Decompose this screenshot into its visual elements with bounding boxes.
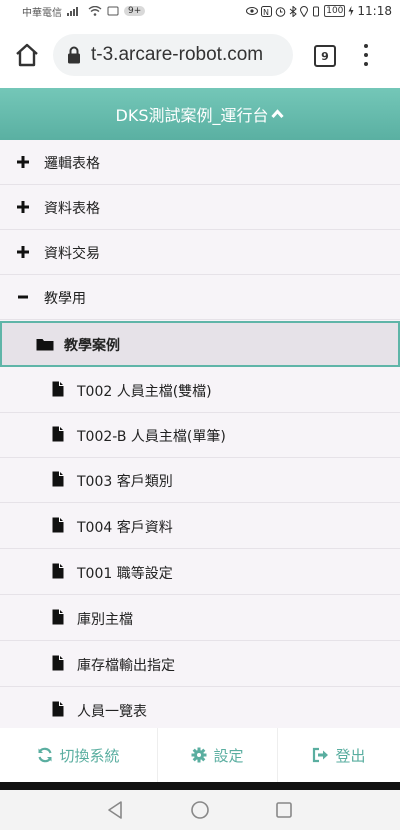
browser-toolbar: t-3.arcare-robot.com 9 <box>0 22 400 88</box>
gear-icon <box>191 747 207 763</box>
battery-level: 100 <box>324 5 346 17</box>
file-icon <box>52 471 64 487</box>
tree-item-inventory-output[interactable]: 庫存檔輸出指定 <box>0 642 400 687</box>
browser-menu-icon[interactable] <box>362 44 370 66</box>
carrier-label: 中華電信 <box>22 7 62 19</box>
plus-icon <box>17 156 29 168</box>
clock-time: 11:18 <box>357 4 392 18</box>
home-circle-icon[interactable] <box>190 800 210 820</box>
switch-system-button[interactable]: 切換系統 <box>0 728 157 782</box>
tree-item-staff-list[interactable]: 人員一覽表 <box>0 688 400 728</box>
file-icon <box>52 609 64 625</box>
tree-item-label: T002-B 人員主檔(單筆) <box>77 429 226 445</box>
chevron-up-icon <box>271 109 285 119</box>
bluetooth-icon <box>289 5 297 17</box>
tree-item-label: 資料交易 <box>44 246 100 262</box>
app-header[interactable]: DKS測試案例_運行台 <box>0 88 400 140</box>
logout-label: 登出 <box>335 746 366 765</box>
tree-item-label: 庫別主檔 <box>77 612 133 628</box>
system-nav-bar <box>0 790 400 830</box>
svg-text:N: N <box>263 8 269 17</box>
status-bar: 中華電信 9+ N 100 11:18 <box>0 0 400 22</box>
page-title: DKS測試案例_運行台 <box>115 106 269 125</box>
tree-item-label: 邏輯表格 <box>44 156 100 172</box>
tree-item-t002-b[interactable]: T002-B 人員主檔(單筆) <box>0 413 400 458</box>
settings-label: 設定 <box>213 746 244 765</box>
bottom-toolbar: 切換系統 設定 登出 <box>0 728 400 782</box>
charging-icon <box>348 6 354 16</box>
notification-count: 9+ <box>124 6 146 16</box>
nfc-icon: N <box>261 5 273 17</box>
divider <box>0 782 400 790</box>
tree-item-label: 庫存檔輸出指定 <box>77 658 175 674</box>
recents-icon[interactable] <box>275 800 293 820</box>
file-icon <box>52 701 64 717</box>
tree-item-label: T002 人員主檔(雙檔) <box>77 384 212 400</box>
tree-item-label: T004 客戶資料 <box>77 520 173 536</box>
wifi-icon <box>88 6 102 16</box>
refresh-icon <box>38 747 53 763</box>
signal-icon <box>67 7 78 16</box>
home-icon[interactable] <box>14 42 40 68</box>
menu-tree: 邏輯表格 資料表格 資料交易 教學用 教學案例 T002 人員主檔(雙檔) T0… <box>0 140 400 728</box>
tree-item-t002[interactable]: T002 人員主檔(雙檔) <box>0 368 400 413</box>
tree-item-t003[interactable]: T003 客戶類別 <box>0 458 400 503</box>
tree-item-data-tables[interactable]: 資料表格 <box>0 185 400 230</box>
switch-system-label: 切換系統 <box>59 746 120 765</box>
folder-icon <box>36 339 54 351</box>
tree-item-warehouse-master[interactable]: 庫別主檔 <box>0 596 400 641</box>
tree-item-label: T001 職等設定 <box>77 566 173 582</box>
plus-icon <box>17 201 29 213</box>
tree-item-teaching-cases[interactable]: 教學案例 <box>0 321 400 367</box>
tree-item-label: T003 客戶類別 <box>77 474 173 490</box>
logout-icon <box>313 747 329 763</box>
eye-icon <box>246 7 259 15</box>
tree-item-logic-tables[interactable]: 邏輯表格 <box>0 140 400 185</box>
file-icon <box>52 381 64 397</box>
plus-icon <box>17 246 29 258</box>
tree-item-label: 教學案例 <box>64 338 120 354</box>
back-icon[interactable] <box>106 800 124 820</box>
logout-button[interactable]: 登出 <box>277 728 400 782</box>
file-icon <box>52 517 64 533</box>
settings-button[interactable]: 設定 <box>157 728 277 782</box>
file-icon <box>52 563 64 579</box>
tab-switcher-button[interactable]: 9 <box>314 45 336 67</box>
alarm-icon <box>275 6 286 17</box>
address-bar[interactable]: t-3.arcare-robot.com <box>53 34 293 76</box>
lock-icon <box>68 46 80 64</box>
url-text: t-3.arcare-robot.com <box>91 44 264 65</box>
tree-item-data-transactions[interactable]: 資料交易 <box>0 230 400 275</box>
location-icon <box>300 5 309 17</box>
notification-icon <box>107 6 119 16</box>
tree-item-teaching[interactable]: 教學用 <box>0 275 400 320</box>
file-icon <box>52 426 64 442</box>
file-icon <box>52 655 64 671</box>
tree-item-label: 人員一覽表 <box>77 704 147 720</box>
tree-item-label: 教學用 <box>44 291 86 307</box>
tree-item-t004[interactable]: T004 客戶資料 <box>0 504 400 549</box>
tree-item-label: 資料表格 <box>44 201 100 217</box>
tree-item-t001[interactable]: T001 職等設定 <box>0 550 400 595</box>
vibrate-icon <box>313 6 320 16</box>
minus-icon <box>18 295 28 299</box>
